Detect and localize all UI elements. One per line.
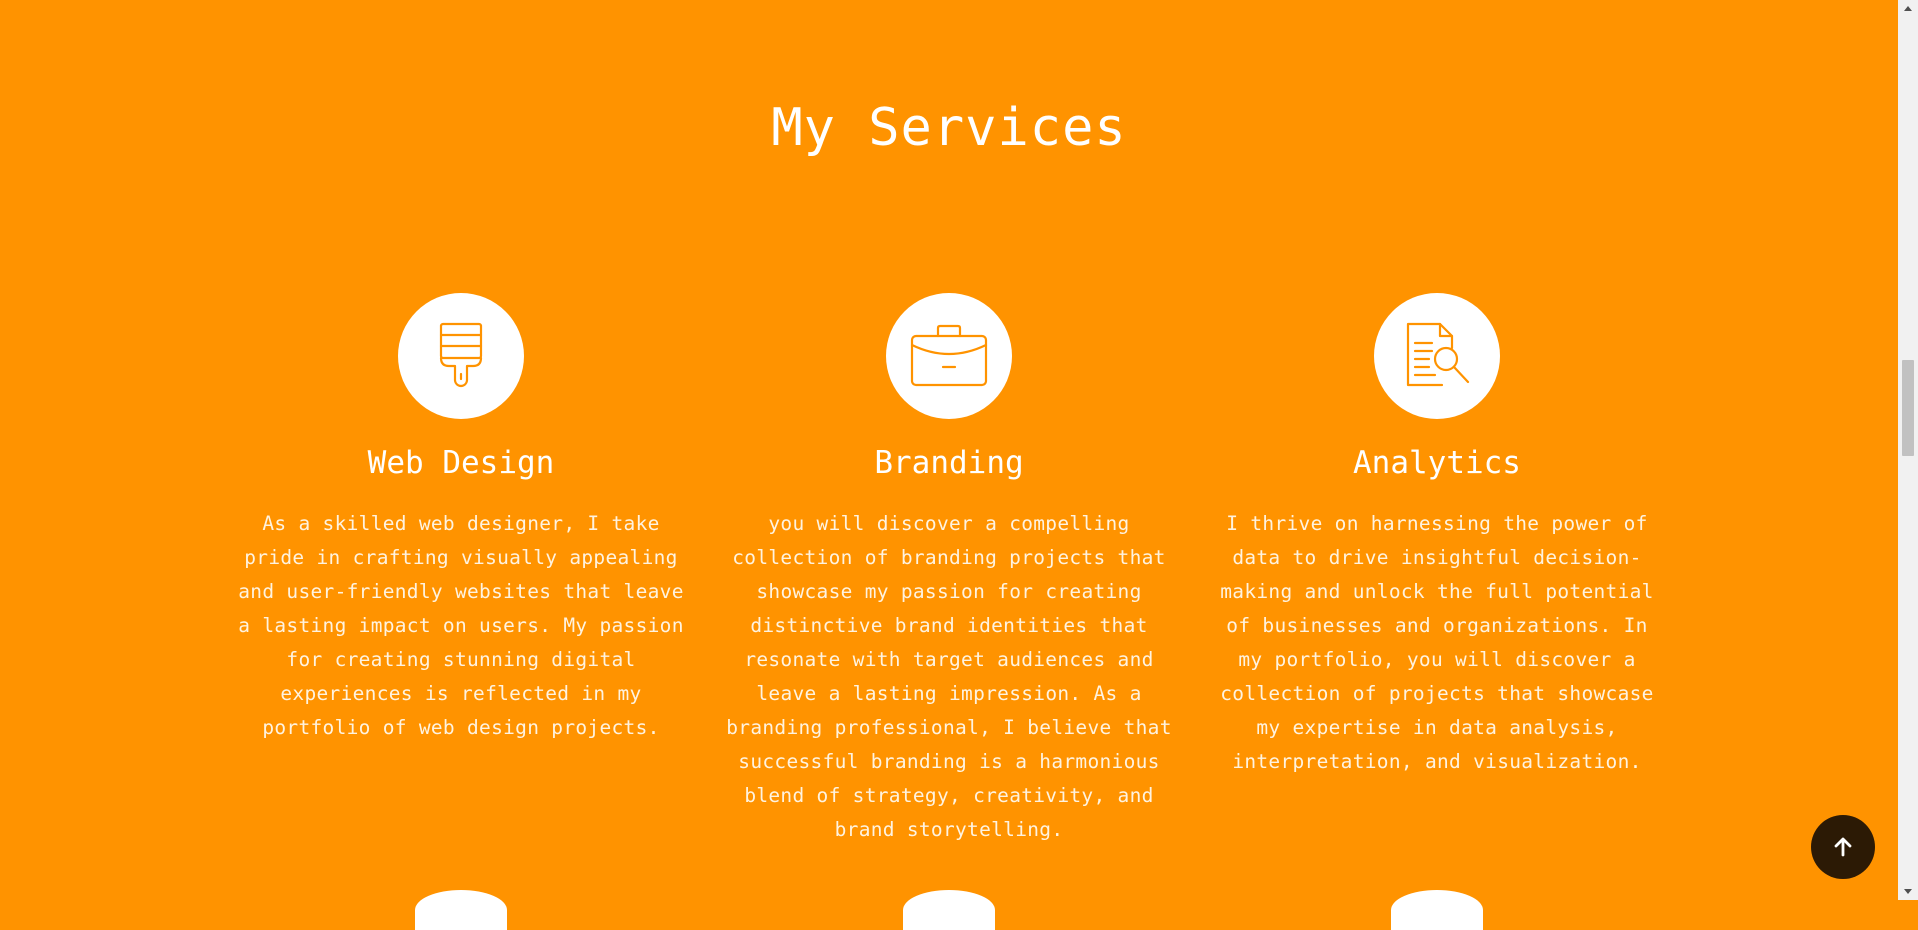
next-service-icon-circle	[903, 890, 995, 930]
triangle-up-icon	[1904, 6, 1912, 11]
triangle-down-icon	[1904, 889, 1912, 894]
service-title: Branding	[874, 445, 1024, 481]
service-description: I thrive on harnessing the power of data…	[1220, 512, 1654, 773]
service-description: As a skilled web designer, I take pride …	[238, 512, 684, 739]
document-search-icon	[1406, 322, 1470, 387]
back-to-top-button[interactable]	[1811, 815, 1875, 879]
service-icon-circle	[1374, 293, 1500, 419]
service-icon-circle	[886, 293, 1012, 419]
service-title: Web Design	[367, 445, 555, 481]
paintbrush-icon	[439, 322, 483, 388]
scrollbar-thumb[interactable]	[1902, 360, 1914, 456]
service-card-analytics: Analytics I thrive on harnessing the pow…	[1207, 293, 1667, 779]
service-icon-circle	[398, 293, 524, 419]
next-service-icon-circle	[415, 890, 507, 930]
briefcase-icon	[910, 324, 988, 387]
scroll-up-arrow[interactable]	[1898, 0, 1918, 17]
services-page: My Services Web Design As a skilled web …	[0, 0, 1898, 930]
service-title: Analytics	[1353, 445, 1521, 481]
service-description: you will discover a compelling collectio…	[726, 512, 1172, 841]
scroll-down-arrow[interactable]	[1898, 883, 1918, 900]
section-title: My Services	[771, 98, 1127, 158]
page-scrollbar[interactable]	[1898, 0, 1918, 900]
arrow-up-icon	[1834, 837, 1852, 857]
service-card-web-design: Web Design As a skilled web designer, I …	[231, 293, 691, 745]
next-service-icon-circle	[1391, 890, 1483, 930]
service-card-branding: Branding you will discover a compelling …	[719, 293, 1179, 847]
